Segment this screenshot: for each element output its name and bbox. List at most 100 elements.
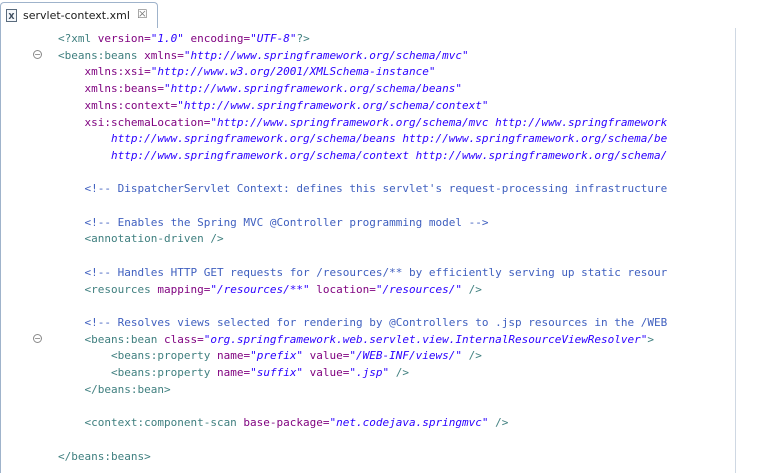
- code-token: "1.0": [150, 32, 184, 45]
- tab-servlet-context-xml[interactable]: X servlet-context.xml ☒: [0, 2, 158, 28]
- code-text: <!-- Resolves views selected for renderi…: [58, 315, 667, 331]
- code-text: xsi:schemaLocation="http://www.springfra…: [58, 115, 667, 131]
- code-token: "prefix": [250, 349, 304, 363]
- code-token: "http://www.springframework.org/schema/m…: [183, 48, 469, 62]
- code-token: version=: [91, 32, 151, 45]
- code-line: <!-- Handles HTTP GET requests for /reso…: [1, 265, 735, 281]
- code-token: "suffix": [250, 366, 304, 379]
- code-token: "/resources/": [375, 282, 462, 296]
- code-token: name=: [210, 366, 251, 379]
- code-token: </beans:beans>: [58, 449, 151, 463]
- code-token: />: [389, 366, 410, 379]
- code-text: <annotation-driven />: [58, 231, 224, 247]
- code-token: <context:component-scan: [58, 416, 237, 430]
- code-token: ?>: [296, 32, 310, 45]
- code-token: <beans:beans: [58, 48, 138, 62]
- code-token: http://www.springframework.org/schema/co…: [58, 148, 668, 162]
- code-line: <?xml version="1.0" encoding="UTF-8"?>: [1, 31, 735, 47]
- code-token: encoding=: [183, 32, 251, 45]
- code-token: <!-- Handles HTTP GET requests for /reso…: [58, 265, 668, 279]
- code-line: xmlns:beans="http://www.springframework.…: [1, 81, 735, 97]
- code-line: <resources mapping="/resources/**" locat…: [1, 282, 735, 298]
- code-line: <!-- Enables the Spring MVC @Controller …: [1, 215, 735, 231]
- code-token: <!-- Enables the Spring MVC @Controller …: [58, 215, 489, 229]
- code-text: <!-- DispatcherServlet Context: defines …: [58, 181, 667, 197]
- editor-tab-bar: X servlet-context.xml ☒: [0, 0, 736, 28]
- code-text: </beans:bean>: [58, 382, 171, 398]
- code-token: "/WEB-INF/views/": [349, 349, 463, 363]
- code-token: http://www.springframework.org/schema/be…: [58, 132, 668, 146]
- code-line: xsi:schemaLocation="http://www.springfra…: [1, 115, 735, 131]
- code-text: <beans:property name="suffix" value=".js…: [58, 365, 409, 381]
- code-line: − <beans:beans xmlns="http://www.springfr…: [1, 48, 735, 64]
- code-token: base-package=: [236, 416, 330, 430]
- code-token: <beans:bean: [58, 332, 158, 346]
- code-token: </beans:bean>: [58, 382, 171, 396]
- code-token: <annotation-driven />: [58, 232, 224, 246]
- code-token: <beans:property: [58, 366, 211, 379]
- code-token: xmlns=: [137, 48, 184, 62]
- code-token: xmlns:beans=: [58, 82, 164, 96]
- code-line: <!-- Resolves views selected for renderi…: [1, 315, 735, 331]
- code-token: />: [462, 349, 482, 363]
- code-token: "org.springframework.web.servlet.view.In…: [203, 332, 648, 346]
- code-text: <resources mapping="/resources/**" locat…: [58, 282, 482, 298]
- code-token: "/resources/**": [210, 282, 310, 296]
- code-text: </beans:beans>: [58, 449, 151, 465]
- code-token: <!-- DispatcherServlet Context: defines …: [58, 182, 668, 196]
- code-token: location=: [309, 282, 376, 296]
- close-icon[interactable]: ☒: [137, 7, 148, 21]
- code-token: "net.codejava.springmvc": [329, 416, 489, 430]
- code-line: <!-- DispatcherServlet Context: defines …: [1, 181, 735, 197]
- code-token: ".jsp": [349, 366, 390, 379]
- code-text: <!-- Handles HTTP GET requests for /reso…: [58, 265, 667, 281]
- code-token: >: [647, 332, 655, 346]
- code-text: <!-- Enables the Spring MVC @Controller …: [58, 215, 488, 231]
- code-token: "http://www.springframework.org/schema/b…: [163, 82, 462, 96]
- code-text: <beans:property name="prefix" value="/WE…: [58, 348, 482, 364]
- fold-toggle-icon[interactable]: −: [33, 49, 42, 59]
- code-text: http://www.springframework.org/schema/co…: [58, 148, 667, 164]
- code-token: mapping=: [150, 282, 211, 296]
- code-text: <context:component-scan base-package="ne…: [58, 415, 508, 431]
- code-token: "http://www.w3.org/2001/XMLSchema-instan…: [150, 65, 436, 79]
- code-token: "UTF-8": [250, 32, 297, 45]
- code-token: <beans:property: [58, 349, 211, 363]
- code-text: <beans:bean class="org.springframework.w…: [58, 332, 654, 348]
- code-line: http://www.springframework.org/schema/co…: [1, 148, 735, 164]
- code-line: xmlns:xsi="http://www.w3.org/2001/XMLSch…: [1, 64, 735, 80]
- xml-source-editor[interactable]: <?xml version="1.0" encoding="UTF-8"?> − <…: [0, 28, 736, 473]
- code-token: xmlns:xsi=: [58, 65, 151, 79]
- code-token: <resources: [58, 282, 151, 296]
- code-token: value=: [303, 349, 350, 363]
- code-line: </beans:bean>: [1, 382, 735, 398]
- code-token: />: [462, 282, 482, 296]
- code-line: − <beans:bean class="org.springframework…: [1, 332, 735, 348]
- fold-toggle-icon[interactable]: −: [33, 333, 42, 343]
- code-token: <?xml: [58, 32, 92, 45]
- code-token: xmlns:context=: [58, 98, 178, 112]
- code-text: http://www.springframework.org/schema/be…: [58, 131, 667, 147]
- code-line: http://www.springframework.org/schema/be…: [1, 131, 735, 147]
- code-token: "http://www.springframework.org/schema/m…: [210, 115, 668, 129]
- code-token: xsi:schemaLocation=: [58, 115, 211, 129]
- code-text: <beans:beans xmlns="http://www.springfra…: [58, 48, 469, 64]
- code-text: xmlns:context="http://www.springframewor…: [58, 98, 488, 114]
- code-token: value=: [303, 366, 350, 379]
- code-line: </beans:beans>: [1, 449, 735, 465]
- code-text: xmlns:beans="http://www.springframework.…: [58, 81, 462, 97]
- code-token: name=: [210, 349, 251, 363]
- code-line: <beans:property name="suffix" value=".js…: [1, 365, 735, 381]
- code-line: <context:component-scan base-package="ne…: [1, 415, 735, 431]
- code-line: <annotation-driven />: [1, 231, 735, 247]
- code-line: <beans:property name="prefix" value="/WE…: [1, 348, 735, 364]
- xml-file-icon: X: [6, 9, 17, 22]
- code-token: />: [488, 416, 509, 430]
- code-token: <!-- Resolves views selected for renderi…: [58, 315, 668, 329]
